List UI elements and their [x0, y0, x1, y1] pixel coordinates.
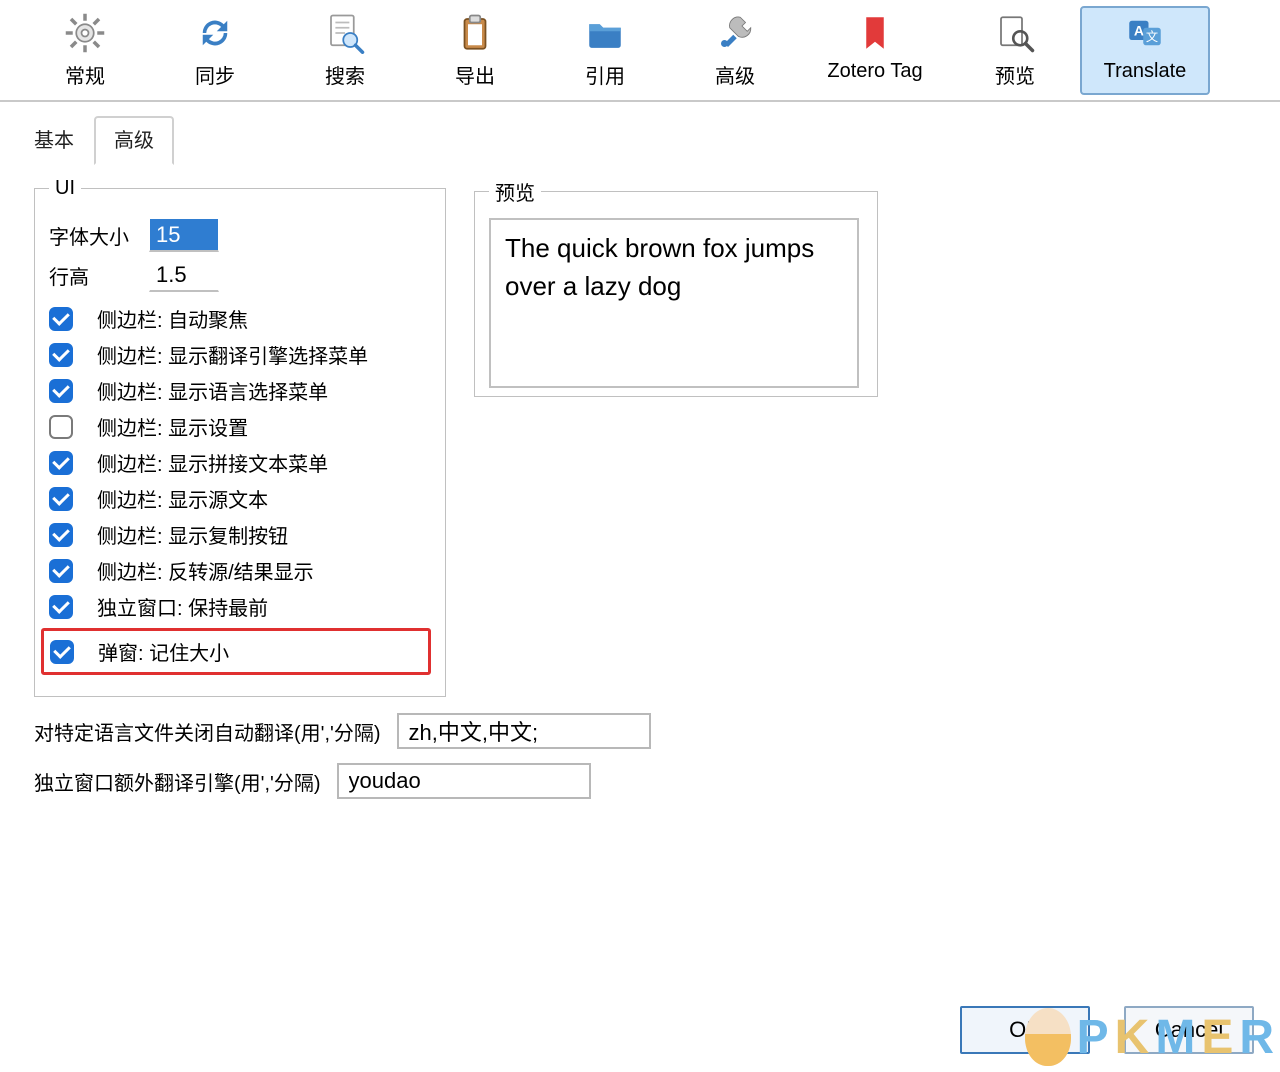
preferences-toolbar: 常规 同步 搜索 导出 引用 高级 Zotero Tag 预览 — [0, 0, 1280, 102]
check-row: 侧边栏: 显示设置 — [49, 412, 431, 441]
checkbox[interactable] — [50, 640, 74, 664]
tab-sync[interactable]: 同步 — [150, 6, 280, 101]
check-row: 侧边栏: 显示复制按钮 — [49, 520, 431, 549]
checkbox[interactable] — [49, 451, 73, 475]
checkbox[interactable] — [49, 307, 73, 331]
ui-legend: UI — [49, 177, 81, 200]
ok-button[interactable]: OK — [960, 1006, 1090, 1054]
tab-cite[interactable]: 引用 — [540, 6, 670, 101]
subtab-advanced[interactable]: 高级 — [94, 116, 174, 165]
tab-sync-label: 同步 — [195, 66, 235, 88]
checkbox[interactable] — [49, 379, 73, 403]
disable-lang-label: 对特定语言文件关闭自动翻译(用','分隔) — [34, 717, 381, 746]
check-row: 弹窗: 记住大小 — [41, 628, 431, 675]
check-label: 侧边栏: 自动聚焦 — [97, 304, 248, 333]
tools-icon — [714, 12, 756, 54]
subtab-basic[interactable]: 基本 — [14, 116, 94, 165]
extra-engine-label: 独立窗口额外翻译引擎(用','分隔) — [34, 767, 321, 796]
checkbox[interactable] — [49, 523, 73, 547]
check-row: 侧边栏: 反转源/结果显示 — [49, 556, 431, 585]
check-label: 侧边栏: 显示复制按钮 — [97, 520, 288, 549]
check-row: 侧边栏: 显示源文本 — [49, 484, 431, 513]
checkbox[interactable] — [49, 595, 73, 619]
cancel-button[interactable]: Cancel — [1124, 1006, 1254, 1054]
font-size-input[interactable] — [149, 218, 219, 252]
check-row: 侧边栏: 显示语言选择菜单 — [49, 376, 431, 405]
sync-icon — [194, 12, 236, 54]
line-height-label: 行高 — [49, 261, 137, 290]
tab-search-label: 搜索 — [325, 66, 365, 88]
check-label: 弹窗: 记住大小 — [98, 637, 229, 666]
folder-icon — [584, 12, 626, 54]
check-label: 侧边栏: 显示语言选择菜单 — [97, 376, 328, 405]
checkbox[interactable] — [49, 343, 73, 367]
tab-export-label: 导出 — [455, 66, 495, 88]
check-label: 侧边栏: 显示拼接文本菜单 — [97, 448, 328, 477]
preview-group: 预览 The quick brown fox jumps over a lazy… — [474, 177, 878, 397]
tab-general-label: 常规 — [65, 66, 105, 88]
search-doc-icon — [324, 12, 366, 54]
extra-engine-input[interactable] — [337, 763, 591, 799]
check-row: 侧边栏: 显示翻译引擎选择菜单 — [49, 340, 431, 369]
tab-preview[interactable]: 预览 — [950, 6, 1080, 101]
check-label: 侧边栏: 反转源/结果显示 — [97, 556, 314, 585]
font-size-label: 字体大小 — [49, 221, 137, 250]
svg-text:A: A — [1134, 23, 1144, 39]
page-mag-icon — [994, 12, 1036, 54]
check-label: 独立窗口: 保持最前 — [97, 592, 268, 621]
tab-translate-label: Translate — [1104, 60, 1187, 82]
checkbox[interactable] — [49, 559, 73, 583]
tab-zoterotag[interactable]: Zotero Tag — [800, 6, 950, 95]
check-label: 侧边栏: 显示设置 — [97, 412, 248, 441]
preview-text: The quick brown fox jumps over a lazy do… — [489, 218, 859, 388]
clipboard-icon — [454, 12, 496, 54]
tab-export[interactable]: 导出 — [410, 6, 540, 101]
check-label: 侧边栏: 显示翻译引擎选择菜单 — [97, 340, 368, 369]
dialog-buttons: OK Cancel — [960, 1006, 1254, 1054]
check-row: 侧边栏: 自动聚焦 — [49, 304, 431, 333]
tab-advanced-label: 高级 — [715, 66, 755, 88]
translate-icon: A文 — [1124, 12, 1166, 54]
tab-advanced[interactable]: 高级 — [670, 6, 800, 101]
tab-translate[interactable]: A文 Translate — [1080, 6, 1210, 95]
ui-group: UI 字体大小 行高 侧边栏: 自动聚焦侧边栏: 显示翻译引擎选择菜单侧边栏: … — [34, 177, 446, 697]
check-row: 独立窗口: 保持最前 — [49, 592, 431, 621]
tab-zoterotag-label: Zotero Tag — [827, 60, 922, 82]
svg-text:文: 文 — [1146, 29, 1158, 44]
tab-cite-label: 引用 — [585, 66, 625, 88]
checkbox[interactable] — [49, 487, 73, 511]
disable-lang-input[interactable] — [397, 713, 651, 749]
bookmark-icon — [854, 12, 896, 54]
settings-panel: UI 字体大小 行高 侧边栏: 自动聚焦侧边栏: 显示翻译引擎选择菜单侧边栏: … — [0, 165, 1280, 799]
preview-legend: 预览 — [489, 177, 541, 206]
checkbox[interactable] — [49, 415, 73, 439]
check-label: 侧边栏: 显示源文本 — [97, 484, 268, 513]
line-height-input[interactable] — [149, 258, 219, 292]
tab-general[interactable]: 常规 — [20, 6, 150, 101]
tab-search[interactable]: 搜索 — [280, 6, 410, 101]
check-row: 侧边栏: 显示拼接文本菜单 — [49, 448, 431, 477]
subtabs: 基本 高级 — [0, 116, 1280, 165]
gear-icon — [64, 12, 106, 54]
tab-preview-label: 预览 — [995, 66, 1035, 88]
